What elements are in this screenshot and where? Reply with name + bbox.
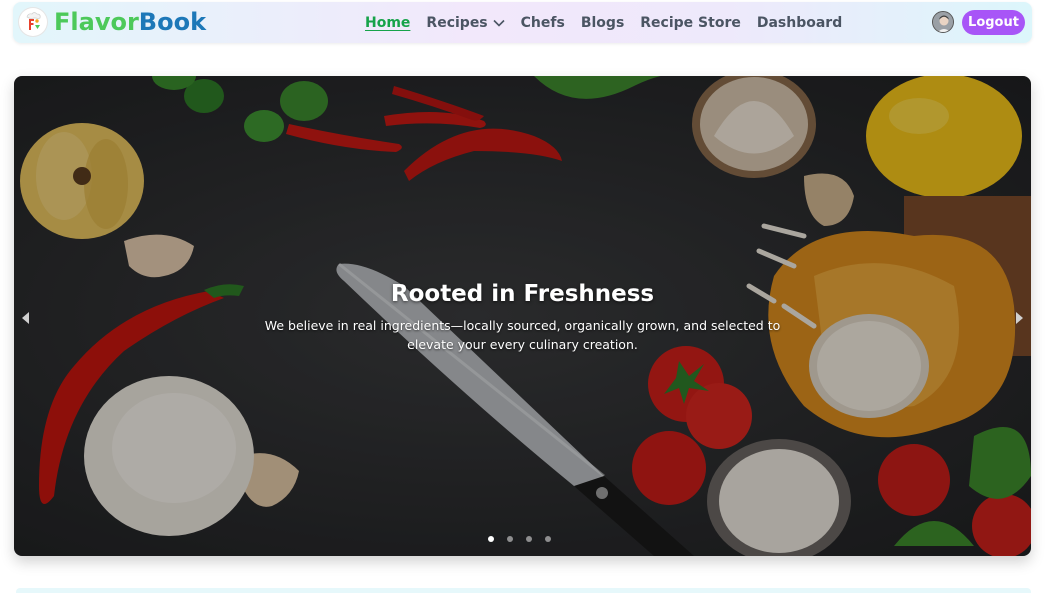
chevron-down-icon — [493, 19, 505, 27]
chevron-right-icon — [1016, 312, 1023, 324]
main-nav: Home Recipes Chefs Blogs Recipe Store Da… — [365, 2, 858, 43]
nav-chefs-link[interactable]: Chefs — [521, 15, 565, 31]
brand-part-flavor: Flavor — [54, 8, 139, 36]
carousel-dot-2[interactable] — [507, 536, 513, 542]
carousel-prev-button[interactable] — [16, 306, 36, 330]
nav-dashboard-link[interactable]: Dashboard — [757, 15, 842, 31]
carousel-next-button[interactable] — [1009, 306, 1029, 330]
carousel-indicators — [488, 536, 564, 542]
user-avatar[interactable] — [932, 11, 954, 33]
hero-subtitle: We believe in real ingredients—locally s… — [264, 318, 781, 352]
nav-recipes-dropdown[interactable]: Recipes — [426, 14, 505, 31]
next-section-edge — [16, 588, 1031, 593]
nav-recipe-store-link[interactable]: Recipe Store — [640, 15, 741, 31]
brand-name[interactable]: FlavorBook — [54, 7, 206, 37]
nav-blogs-link[interactable]: Blogs — [581, 15, 624, 31]
nav-recipes-label: Recipes — [426, 14, 488, 31]
brand-part-book: Book — [138, 8, 207, 36]
hero-title: Rooted in Freshness — [390, 281, 655, 307]
chevron-left-icon — [22, 312, 29, 324]
carousel-dot-3[interactable] — [526, 536, 532, 542]
nav-home-link[interactable]: Home — [365, 15, 410, 31]
top-navbar: FlavorBook Home Recipes Chefs Blogs Reci… — [13, 2, 1032, 43]
carousel-dot-1[interactable] — [488, 536, 494, 542]
logout-button[interactable]: Logout — [962, 10, 1025, 35]
hero-carousel: Rooted in Freshness We believe in real i… — [14, 76, 1031, 556]
chef-logo-icon[interactable] — [19, 8, 47, 36]
carousel-dot-4[interactable] — [545, 536, 551, 542]
